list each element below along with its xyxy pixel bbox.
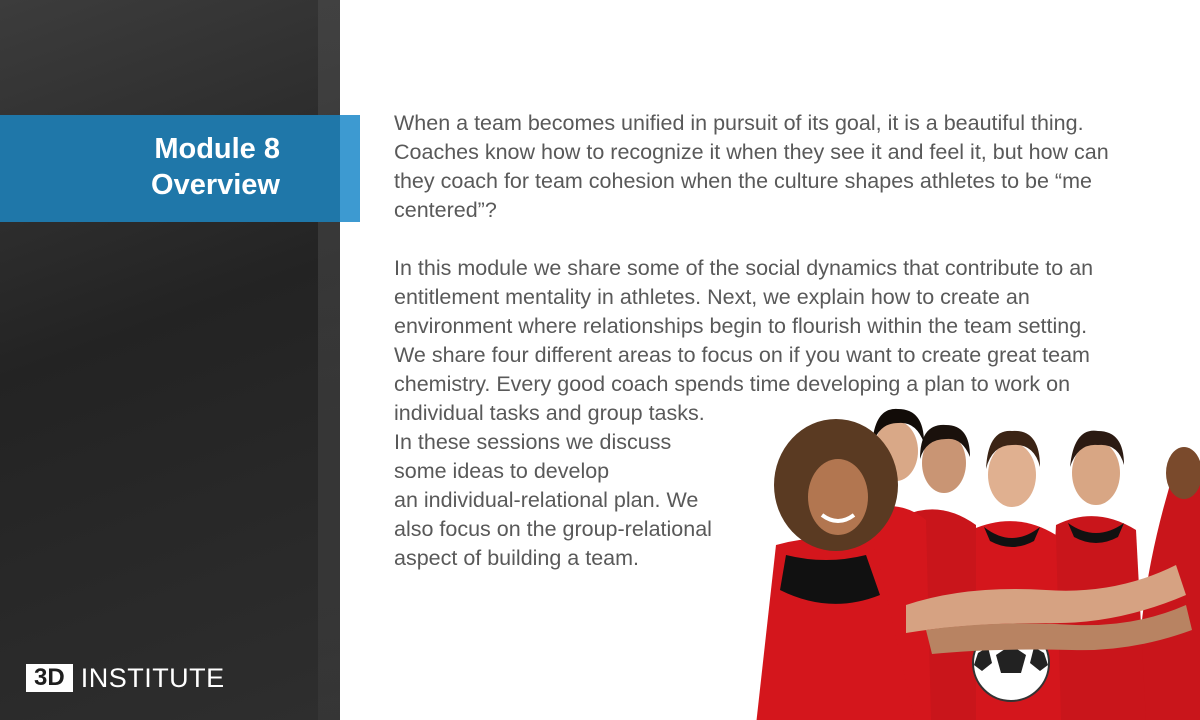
sidebar-accent-strip [318,0,340,720]
title-band-edge [340,115,360,222]
sidebar-panel [0,0,340,720]
paragraph-1-line: they coach for team cohesion when the cu… [394,169,1092,193]
paragraph-2-line: We share four different areas to focus o… [394,343,1090,367]
institute-logo: 3D INSTITUTE [26,664,225,692]
paragraph-2-line: environment where relationships begin to… [394,314,1088,338]
slide-title-line2: Overview [151,169,280,201]
logo-text: INSTITUTE [80,663,225,693]
athlete-figures [756,408,1200,720]
logo-mark: 3D [26,664,73,692]
paragraph-1: When a team becomes unified in pursuit o… [394,109,1200,225]
paragraph-2-line: In this module we share some of the soci… [394,256,1094,280]
paragraph-2-line: entitlement mentality in athletes. Next,… [394,285,1030,309]
team-huddle-photo [756,408,1200,720]
slide-title-line1: Module 8 [154,133,280,165]
paragraph-2-line: chemistry. Every good coach spends time … [394,372,1071,396]
paragraph-1-line: centered”? [394,198,497,222]
slide-title: Module 8 Overview [0,131,280,203]
paragraph-1-line: When a team becomes unified in pursuit o… [394,111,1084,135]
paragraph-1-line: Coaches know how to recognize it when th… [394,140,1109,164]
